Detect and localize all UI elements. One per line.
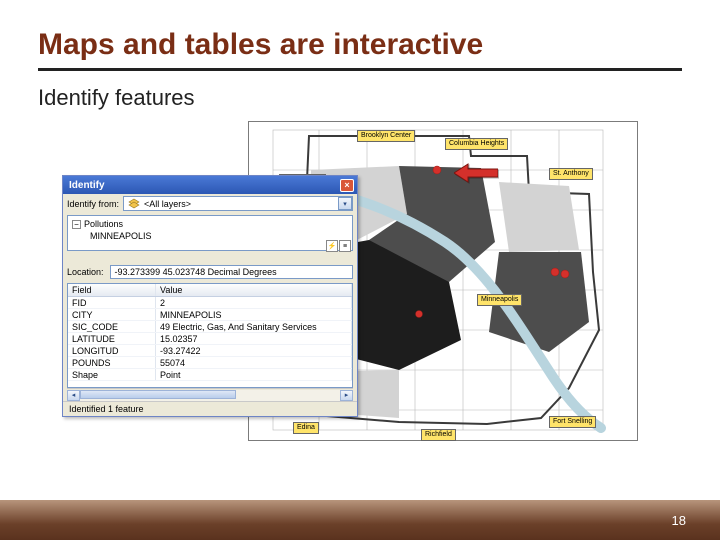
identify-mini-tools: ⚡ ≡ <box>326 240 351 252</box>
menu-icon[interactable]: ≡ <box>339 240 351 252</box>
map-label: Minneapolis <box>477 294 522 306</box>
callout-arrow-icon <box>454 162 498 184</box>
location-value: -93.273399 45.023748 Decimal Degrees <box>115 267 277 277</box>
table-row[interactable]: CITY MINNEAPOLIS <box>68 309 352 321</box>
close-icon[interactable]: × <box>340 179 354 192</box>
layers-icon <box>128 198 140 210</box>
cell-value: -93.27422 <box>156 345 352 356</box>
tree-child-label: MINNEAPOLIS <box>90 230 152 242</box>
cell-value: MINNEAPOLIS <box>156 309 352 320</box>
cell-field: LATITUDE <box>68 333 156 344</box>
horizontal-scrollbar[interactable]: ◂ ▸ <box>67 388 353 401</box>
location-field[interactable]: -93.273399 45.023748 Decimal Degrees <box>110 265 353 279</box>
page-title: Maps and tables are interactive <box>38 28 682 71</box>
attributes-table: Field Value FID 2 CITY MINNEAPOLIS SIC_C… <box>67 283 353 388</box>
map-label: Columbia Heights <box>445 138 508 150</box>
page-subtitle: Identify features <box>38 85 682 111</box>
scroll-left-icon[interactable]: ◂ <box>67 390 80 401</box>
window-titlebar[interactable]: Identify × <box>63 176 357 194</box>
scroll-right-icon[interactable]: ▸ <box>340 390 353 401</box>
column-header-value[interactable]: Value <box>156 284 352 296</box>
table-row[interactable]: POUNDS 55074 <box>68 357 352 369</box>
tree-root-row[interactable]: − Pollutions <box>72 218 348 230</box>
cell-field: POUNDS <box>68 357 156 368</box>
location-label: Location: <box>67 267 104 277</box>
identify-from-label: Identify from: <box>67 199 119 209</box>
cell-field: Shape <box>68 369 156 380</box>
cell-value: 55074 <box>156 357 352 368</box>
map-label: Edina <box>293 422 319 434</box>
window-title-text: Identify <box>69 180 105 191</box>
column-header-field[interactable]: Field <box>68 284 156 296</box>
identify-window[interactable]: Identify × Identify from: <All layers> ▾ <box>62 175 358 417</box>
scroll-track[interactable] <box>80 390 340 401</box>
cell-field: FID <box>68 297 156 308</box>
cell-field: SIC_CODE <box>68 321 156 332</box>
identify-status-text: Identified 1 feature <box>63 401 357 416</box>
cell-value: 49 Electric, Gas, And Sanitary Services <box>156 321 352 332</box>
feature-tree[interactable]: − Pollutions MINNEAPOLIS <box>67 215 353 251</box>
map-label: Richfield <box>421 429 456 441</box>
flash-icon[interactable]: ⚡ <box>326 240 338 252</box>
layer-select[interactable]: <All layers> ▾ <box>123 196 353 211</box>
page-number: 18 <box>672 513 686 528</box>
table-row[interactable]: SIC_CODE 49 Electric, Gas, And Sanitary … <box>68 321 352 333</box>
table-row[interactable]: LONGITUD -93.27422 <box>68 345 352 357</box>
tree-child-row[interactable]: MINNEAPOLIS <box>72 230 348 242</box>
map-label: St. Anthony <box>549 168 593 180</box>
map-label: Fort Snelling <box>549 416 596 428</box>
slide-footer <box>0 500 720 540</box>
cell-field: LONGITUD <box>68 345 156 356</box>
cell-value: 15.02357 <box>156 333 352 344</box>
table-row[interactable]: FID 2 <box>68 297 352 309</box>
tree-root-label: Pollutions <box>84 218 123 230</box>
content-stage: Brooklyn Center Columbia Heights St. Ant… <box>78 121 638 451</box>
cell-value: Point <box>156 369 352 380</box>
layer-select-value: <All layers> <box>144 199 191 209</box>
scroll-thumb[interactable] <box>80 390 236 399</box>
cell-field: CITY <box>68 309 156 320</box>
cell-value: 2 <box>156 297 352 308</box>
map-label: Brooklyn Center <box>357 130 415 142</box>
table-row[interactable]: Shape Point <box>68 369 352 381</box>
tree-collapse-icon[interactable]: − <box>72 220 81 229</box>
table-row[interactable]: LATITUDE 15.02357 <box>68 333 352 345</box>
chevron-down-icon[interactable]: ▾ <box>338 197 352 210</box>
